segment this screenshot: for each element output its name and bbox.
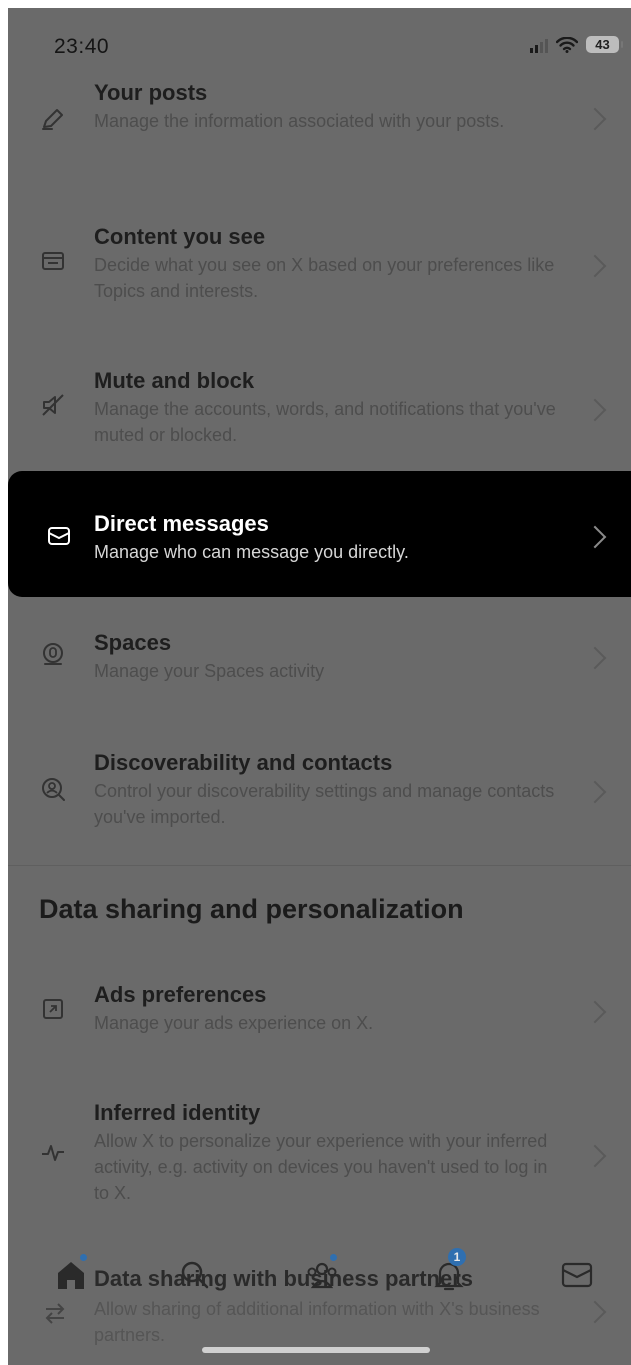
settings-item-mute-and-block[interactable]: Mute and block Manage the accounts, word… (8, 364, 631, 464)
messages-tab[interactable] (560, 1258, 596, 1294)
status-icons: 43 (530, 36, 623, 53)
settings-item-spaces[interactable]: Spaces Manage your Spaces activity (8, 628, 631, 708)
notifications-tab[interactable]: 1 (432, 1248, 468, 1294)
status-time: 23:40 (54, 35, 110, 58)
communities-icon (307, 1262, 337, 1289)
communities-tab[interactable] (304, 1254, 340, 1294)
home-tab[interactable] (54, 1254, 90, 1294)
search-person-icon (42, 778, 65, 801)
settings-item-your-posts[interactable]: Your posts Manage the information associ… (8, 78, 631, 178)
wifi-icon (556, 36, 578, 53)
settings-item-description: Manage the accounts, words, and notifica… (94, 399, 556, 445)
microphone-icon (43, 643, 63, 665)
settings-item-description: Control your discoverability settings an… (94, 781, 555, 827)
settings-item-title: Mute and block (94, 368, 255, 393)
settings-item-discoverability[interactable]: Discoverability and contacts Control you… (8, 746, 631, 846)
settings-item-content-you-see[interactable]: Content you see Decide what you see on X… (8, 220, 631, 320)
muted-speaker-icon (42, 394, 64, 416)
settings-item-title: Content you see (94, 224, 266, 249)
home-indicator[interactable] (202, 1347, 430, 1353)
communities-unread-dot (330, 1254, 337, 1261)
ad-arrow-icon (43, 999, 63, 1019)
settings-item-title: Your posts (94, 80, 208, 105)
chevron-right-icon (583, 398, 607, 422)
chevron-right-icon (583, 107, 607, 131)
settings-item-direct-messages[interactable]: Direct messages Manage who can message y… (8, 471, 631, 597)
bottom-tab-bar: 1 (8, 1248, 631, 1318)
chevron-right-icon (583, 1144, 607, 1168)
chevron-right-icon (583, 646, 607, 670)
settings-item-title: Inferred identity (94, 1100, 261, 1125)
notification-badge: 1 (448, 1248, 466, 1266)
search-tab[interactable] (178, 1258, 214, 1294)
home-unread-dot (80, 1254, 87, 1261)
pulse-icon (42, 1145, 64, 1161)
chevron-right-icon (583, 780, 607, 804)
settings-item-title: Direct messages (94, 511, 269, 536)
settings-item-description: Manage the information associated with y… (94, 111, 505, 131)
envelope-icon (48, 527, 70, 545)
search-icon (181, 1261, 209, 1289)
settings-item-description: Decide what you see on X based on your p… (94, 255, 555, 301)
chevron-right-icon (583, 254, 607, 278)
settings-item-title: Ads preferences (94, 982, 267, 1007)
settings-item-title: Discoverability and contacts (94, 750, 393, 775)
settings-item-description: Manage your Spaces activity (94, 661, 325, 681)
settings-item-inferred-identity[interactable]: Inferred identity Allow X to personalize… (8, 1098, 631, 1218)
section-title-data-sharing: Data sharing and personalization (39, 894, 464, 924)
battery-indicator: 43 (586, 36, 623, 53)
home-icon (58, 1262, 84, 1289)
cellular-signal-icon (530, 37, 548, 53)
chevron-right-icon (583, 1000, 607, 1024)
status-bar: 23:40 43 (8, 8, 631, 78)
chevron-right-icon (583, 525, 607, 549)
settings-item-description: Manage your ads experience on X. (94, 1013, 374, 1033)
pencil-icon (42, 109, 63, 130)
settings-item-title: Spaces (94, 630, 172, 655)
section-divider (8, 865, 631, 866)
content-card-icon (42, 252, 64, 270)
settings-screen: 23:40 43 Your posts Manage the informati… (8, 8, 631, 1365)
messages-icon (561, 1262, 593, 1288)
settings-item-description: Allow X to personalize your experience w… (94, 1131, 548, 1203)
settings-item-ads-preferences[interactable]: Ads preferences Manage your ads experien… (8, 980, 631, 1060)
settings-item-description: Manage who can message you directly. (94, 542, 409, 562)
